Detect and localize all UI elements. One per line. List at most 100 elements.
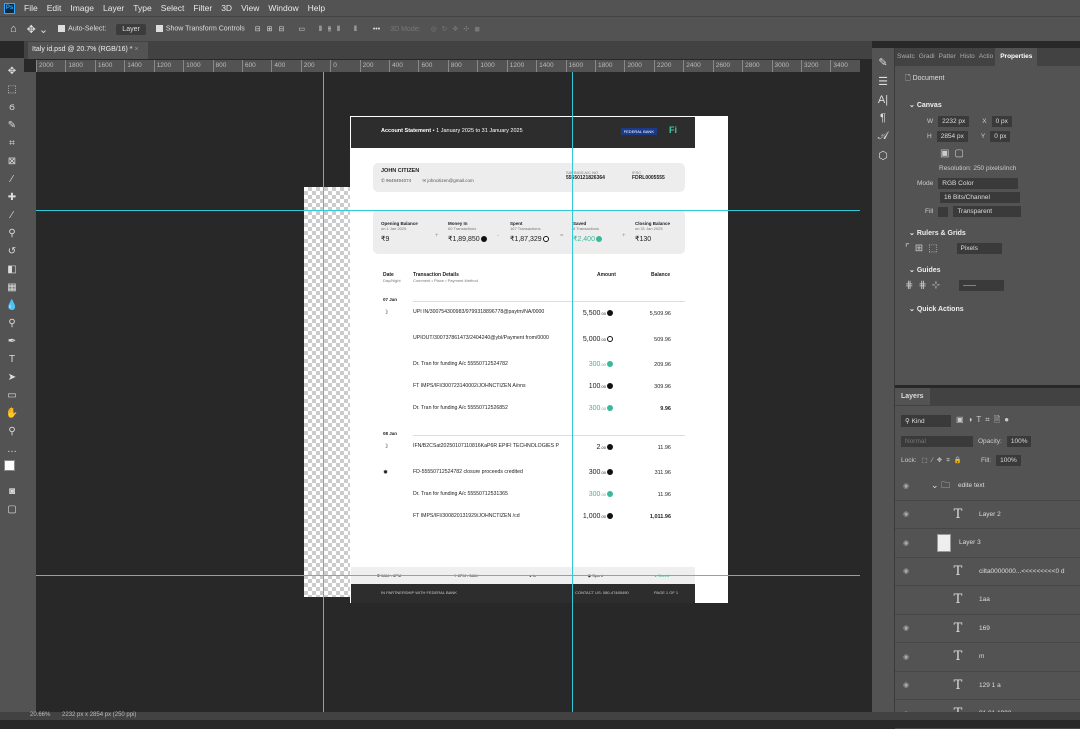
table-row[interactable]: FT IMPS/IFI/300820131929/JOHNCTIZEN /cd 1… <box>383 513 679 533</box>
layer-row[interactable]: ◉ Layer 3 <box>895 529 1080 558</box>
frame-tool-icon[interactable]: ⊠ <box>4 154 20 170</box>
menu-edit[interactable]: Edit <box>47 3 62 13</box>
eraser-tool-icon[interactable]: ◧ <box>4 262 20 278</box>
color-swatches[interactable] <box>4 460 20 482</box>
fill-select[interactable]: Transparent <box>953 206 1022 217</box>
filter-icons[interactable]: ▣◑T⌗🗎● <box>956 414 1013 428</box>
path-select-icon[interactable]: ➤ <box>4 370 20 386</box>
rectangle-tool-icon[interactable]: ▭ <box>4 388 20 404</box>
blur-tool-icon[interactable]: 💧 <box>4 298 20 314</box>
table-row[interactable]: ☽ IFN/B2CSat20250107110816KaP6R EPIFI TEC… <box>383 443 679 463</box>
menu-3d[interactable]: 3D <box>221 3 232 13</box>
lock-guides-icon[interactable]: ⋕ <box>918 280 926 291</box>
close-tab-icon[interactable]: × <box>134 46 138 53</box>
more-button[interactable]: ••• <box>373 26 380 33</box>
panel-tab-actio[interactable]: Actio <box>977 48 995 66</box>
layer-row[interactable]: ◉ Tm <box>895 643 1080 672</box>
visibility-eye-icon[interactable]: ◉ <box>895 567 917 575</box>
horizontal-ruler[interactable]: 2000 1800 1600 1400 1200 1000 800 600 400 200 0 200… <box>36 60 860 72</box>
brush-settings-icon[interactable]: ✎ <box>878 56 887 69</box>
hand-tool-icon[interactable]: ✋ <box>4 406 20 422</box>
mode-select[interactable]: RGB Color <box>938 178 1019 189</box>
table-row[interactable]: ✹ FD-55550712524782 closure proceeds cred… <box>383 469 679 489</box>
guide-vertical[interactable] <box>323 72 324 712</box>
layer-row[interactable]: ◉ T 129 1 a <box>895 672 1080 700</box>
guide-horizontal[interactable] <box>36 210 860 211</box>
move-tool-icon[interactable]: ✥ ⌄ <box>27 23 49 36</box>
table-row[interactable]: FT IMPS/IFI/300723140002/JOHNCTIZEN A/nn… <box>383 383 679 403</box>
eyedropper-tool-icon[interactable]: ⁄ <box>4 172 20 188</box>
chevron-down-icon[interactable]: ⌄ <box>909 306 917 313</box>
paragraph-icon[interactable]: ¶ <box>880 112 886 124</box>
type-tool-icon[interactable]: T <box>4 352 20 368</box>
visibility-eye-icon[interactable]: ◉ <box>895 681 917 689</box>
y-input[interactable]: 0 px <box>990 131 1011 142</box>
glyphs-icon[interactable]: 𝒜 <box>878 130 888 143</box>
panel-tab-swatc[interactable]: Swatc <box>895 48 917 66</box>
document-canvas[interactable]: JOHN CITIZEN ✆ 9649494074 ✉ johncitizen@… <box>350 116 728 603</box>
character-icon[interactable]: A| <box>878 94 888 106</box>
blend-mode-select[interactable]: Normal <box>901 436 973 447</box>
move-tool-icon[interactable]: ✥ <box>4 64 20 80</box>
vertical-ruler[interactable] <box>24 72 36 712</box>
pixel-grid-icon[interactable]: ⬚ <box>928 243 937 254</box>
visibility-eye-icon[interactable]: ◉ <box>895 539 917 547</box>
menu-select[interactable]: Select <box>161 3 185 13</box>
layer-row[interactable]: T 1aa <box>895 586 1080 615</box>
quick-select-tool-icon[interactable]: ✎ <box>4 118 20 134</box>
bits-select[interactable]: 16 Bits/Channel <box>940 192 1020 203</box>
menu-layer[interactable]: Layer <box>103 3 124 13</box>
adjustments-icon[interactable]: ☰ <box>878 75 888 88</box>
menu-view[interactable]: View <box>241 3 259 13</box>
history-brush-icon[interactable]: ↺ <box>4 244 20 260</box>
dodge-tool-icon[interactable]: ⚲ <box>4 316 20 332</box>
table-row[interactable]: ☽ UPI IN/300754300983/9799318896778@paytm… <box>383 309 679 329</box>
marquee-tool-icon[interactable]: ⬚ <box>4 82 20 98</box>
guide-horizontal[interactable] <box>36 575 860 576</box>
layers-tab[interactable]: Layers <box>895 388 930 405</box>
table-row[interactable]: Dr. Tran for funding A/c 55550712526852 3… <box>383 405 679 425</box>
visibility-eye-icon[interactable]: ◉ <box>895 624 917 632</box>
align-icons[interactable]: ⊟⊞⊟ ▭ ⫴⫵⫴ ‖ <box>255 25 363 34</box>
landscape-icon[interactable]: ▢ <box>954 148 963 159</box>
quick-mask-icon[interactable]: ◙ <box>4 484 20 500</box>
panel-tab-histo[interactable]: Histo <box>958 48 977 66</box>
layer-row[interactable]: ◉ Tcilta0000000...<<<<<<<<<0 d <box>895 558 1080 586</box>
fill-input[interactable]: 100% <box>996 455 1021 466</box>
crop-tool-icon[interactable]: ⌗ <box>4 136 20 152</box>
guide-vertical[interactable] <box>572 72 573 712</box>
home-icon[interactable]: ⌂ <box>10 23 17 35</box>
gradient-tool-icon[interactable]: ▦ <box>4 280 20 296</box>
healing-tool-icon[interactable]: ✚ <box>4 190 20 206</box>
units-select[interactable]: Pixels <box>956 243 1002 254</box>
table-row[interactable]: UPIOUT/300737861473/2404240@ybl/Payment … <box>383 335 679 355</box>
height-input[interactable]: 2854 px <box>936 131 968 142</box>
menu-type[interactable]: Type <box>133 3 151 13</box>
chevron-down-icon[interactable]: ⌄ <box>909 267 917 274</box>
visibility-eye-icon[interactable]: ◉ <box>895 653 917 661</box>
stamp-tool-icon[interactable]: ⚲ <box>4 226 20 242</box>
layer-row[interactable]: ◉ T Layer 2 <box>895 501 1080 529</box>
smart-guides-icon[interactable]: ⊹ <box>932 280 940 291</box>
menu-file[interactable]: File <box>24 3 38 13</box>
lasso-tool-icon[interactable]: ϭ <box>4 100 20 116</box>
visibility-eye-icon[interactable]: ◉ <box>895 510 917 518</box>
chevron-down-icon[interactable]: ⌄ <box>909 230 917 237</box>
menu-filter[interactable]: Filter <box>193 3 212 13</box>
width-input[interactable]: 2232 px <box>938 116 970 127</box>
grid-icon[interactable]: ⊞ <box>915 243 923 254</box>
panel-tab-patter[interactable]: Patter <box>937 48 958 66</box>
opacity-input[interactable]: 100% <box>1006 436 1032 447</box>
layer-row[interactable]: ◉ T 169 <box>895 615 1080 643</box>
show-transform-checkbox[interactable]: Show Transform Controls <box>155 25 245 33</box>
kind-filter[interactable]: ⚲ Kind <box>901 415 951 427</box>
x-input[interactable]: 0 px <box>991 116 1012 127</box>
panel-tab-properties[interactable]: Properties <box>995 48 1038 66</box>
screen-mode-icon[interactable]: ▢ <box>4 502 20 518</box>
more-tools-icon[interactable]: … <box>4 442 20 458</box>
visibility-eye-icon[interactable]: ◉ <box>895 482 917 490</box>
portrait-icon[interactable]: ▣ <box>940 148 949 159</box>
zoom-tool-icon[interactable]: ⚲ <box>4 424 20 440</box>
table-row[interactable]: Dr. Tran for funding A/c 55550712524782 3… <box>383 361 679 381</box>
ruler-icon[interactable]: ⌜ <box>905 243 910 254</box>
